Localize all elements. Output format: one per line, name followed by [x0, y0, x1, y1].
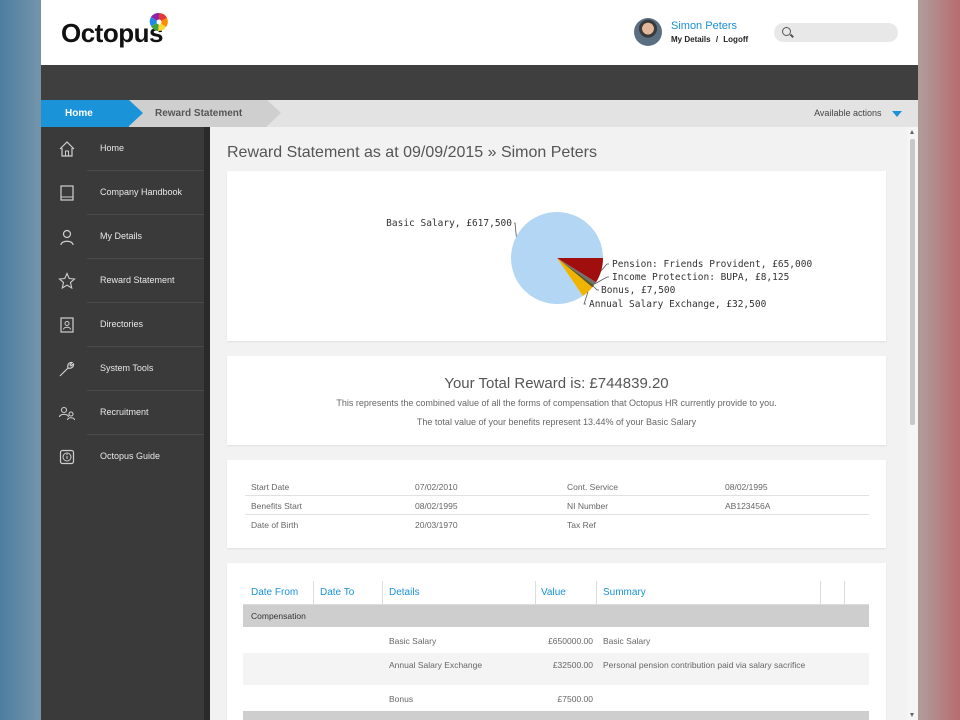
- available-actions-dropdown[interactable]: Available actions: [814, 100, 902, 127]
- info-value: AB123456A: [725, 501, 771, 511]
- pie-leader-line: [514, 222, 517, 237]
- sidebar-item-label: My Details: [100, 231, 143, 241]
- book-icon: [60, 185, 74, 201]
- sidebar-item-my-details[interactable]: My Details: [41, 215, 204, 259]
- pinwheel-logo-icon: [149, 12, 168, 32]
- app-frame: Octopus Simon Peters My Details / Logoff…: [41, 0, 918, 720]
- person-icon: [60, 229, 74, 246]
- cell-summary: Basic Salary: [603, 636, 651, 646]
- top-header: Octopus Simon Peters My Details / Logoff: [41, 0, 918, 65]
- info-row: Benefits Start 08/02/1995 NI Number AB12…: [245, 496, 869, 515]
- user-name[interactable]: Simon Peters: [671, 20, 737, 32]
- table-row: Bonus £7500.00: [243, 685, 869, 711]
- octopus-logo[interactable]: Octopus: [61, 18, 163, 49]
- col-value[interactable]: Value: [541, 581, 566, 605]
- sidebar-item-label: System Tools: [100, 363, 154, 373]
- pie-label: Bonus, £7,500: [601, 285, 676, 296]
- table-header: Date From Date To Details Value Summary: [243, 581, 869, 605]
- reward-pie-card: Basic Salary, £617,500 Pension: Friends P…: [227, 171, 886, 341]
- benefits-percentage-text: The total value of your benefits represe…: [416, 417, 697, 427]
- my-details-link[interactable]: My Details: [671, 35, 711, 44]
- employee-info-card: Start Date 07/02/2010 Cont. Service 08/0…: [227, 460, 886, 548]
- logoff-link[interactable]: Logoff: [723, 35, 748, 44]
- page-title: Reward Statement as at 09/09/2015 » Simo…: [227, 144, 597, 161]
- scroll-up-icon[interactable]: [910, 130, 914, 134]
- info-value: 07/02/2010: [415, 482, 458, 492]
- star-icon: [58, 272, 76, 290]
- info-label: Cont. Service: [567, 482, 619, 492]
- pie-label: Annual Salary Exchange, £32,500: [589, 299, 767, 310]
- sidebar: Home Company Handbook My Details Reward …: [41, 127, 204, 720]
- scroll-down-icon[interactable]: [910, 713, 914, 717]
- info-value: 20/03/1970: [415, 520, 458, 530]
- cell-value: £7500.00: [557, 694, 593, 704]
- pie-label: Pension: Friends Provident, £65,000: [612, 259, 812, 270]
- col-date-to[interactable]: Date To: [320, 581, 354, 605]
- table-row: Basic Salary £650000.00 Basic Salary: [243, 627, 869, 653]
- info-label: Benefits Start: [251, 501, 303, 511]
- wrench-icon: [59, 361, 75, 377]
- pie-label: Basic Salary, £617,500: [386, 218, 512, 229]
- sidebar-item-system-tools[interactable]: System Tools: [41, 347, 204, 391]
- cell-details: Basic Salary: [389, 636, 437, 646]
- sidebar-item-directories[interactable]: Directories: [41, 303, 204, 347]
- breadcrumb-home[interactable]: Home: [41, 100, 143, 127]
- sidebar-item-label: Company Handbook: [100, 187, 183, 197]
- info-label: Tax Ref: [567, 520, 596, 530]
- total-reward-card: Your Total Reward is: £744839.20 This re…: [227, 356, 886, 445]
- info-label: NI Number: [567, 501, 609, 511]
- info-value: 08/02/1995: [725, 482, 768, 492]
- sidebar-item-home[interactable]: Home: [41, 127, 204, 171]
- info-value: 08/02/1995: [415, 501, 458, 511]
- info-label: Start Date: [251, 482, 290, 492]
- dark-nav-bar: [41, 65, 918, 100]
- cell-value: £32500.00: [552, 660, 593, 670]
- user-avatar[interactable]: [634, 18, 662, 46]
- info-label: Date of Birth: [251, 520, 299, 530]
- search-icon[interactable]: [782, 27, 791, 36]
- pie-leader-line: [593, 285, 599, 291]
- user-links: My Details / Logoff: [671, 35, 748, 44]
- group-row-compensation: Compensation: [243, 605, 869, 627]
- group-row-next: [243, 711, 869, 720]
- sidebar-edge: [204, 127, 210, 720]
- cell-value: £650000.00: [548, 636, 593, 646]
- compensation-table-card: Date From Date To Details Value Summary …: [227, 563, 886, 720]
- home-icon: [59, 141, 75, 157]
- sidebar-item-label: Directories: [100, 319, 144, 329]
- col-date-from[interactable]: Date From: [251, 581, 298, 605]
- breadcrumb-reward-statement[interactable]: Reward Statement: [129, 100, 281, 127]
- main-scrollbar[interactable]: [907, 127, 918, 720]
- search-box[interactable]: [774, 23, 898, 42]
- available-actions-label: Available actions: [814, 108, 882, 118]
- pie-label: Income Protection: BUPA, £8,125: [612, 272, 789, 283]
- sidebar-item-octopus-guide[interactable]: Octopus Guide: [41, 435, 204, 479]
- sidebar-item-label: Reward Statement: [100, 275, 175, 285]
- sidebar-item-label: Home: [100, 143, 125, 153]
- cell-summary: Personal pension contribution paid via s…: [603, 660, 806, 670]
- info-row: Date of Birth 20/03/1970 Tax Ref: [245, 515, 869, 534]
- reward-pie-chart: Basic Salary, £617,500 Pension: Friends P…: [386, 212, 812, 310]
- col-summary[interactable]: Summary: [603, 581, 646, 605]
- cell-details: Bonus: [389, 694, 414, 704]
- col-details[interactable]: Details: [389, 581, 420, 605]
- total-reward-description: This represents the combined value of al…: [336, 398, 777, 408]
- total-reward-title: Your Total Reward is: £744839.20: [444, 375, 669, 392]
- table-row: Annual Salary Exchange £32500.00 Persona…: [243, 653, 869, 685]
- sidebar-item-label: Octopus Guide: [100, 451, 161, 461]
- sidebar-item-reward-statement[interactable]: Reward Statement: [41, 259, 204, 303]
- chevron-down-icon: [892, 110, 902, 117]
- contact-card-icon: [60, 317, 74, 333]
- scroll-thumb[interactable]: [910, 139, 915, 425]
- info-icon: [59, 449, 75, 465]
- sidebar-item-company-handbook[interactable]: Company Handbook: [41, 171, 204, 215]
- breadcrumb: Home Reward Statement Available actions: [41, 100, 918, 127]
- sidebar-item-label: Recruitment: [100, 407, 149, 417]
- people-icon: [58, 406, 76, 421]
- info-row: Start Date 07/02/2010 Cont. Service 08/0…: [245, 477, 869, 496]
- links-separator: /: [715, 35, 719, 44]
- cell-details: Annual Salary Exchange: [389, 660, 483, 670]
- sidebar-item-recruitment[interactable]: Recruitment: [41, 391, 204, 435]
- search-input[interactable]: [796, 25, 892, 40]
